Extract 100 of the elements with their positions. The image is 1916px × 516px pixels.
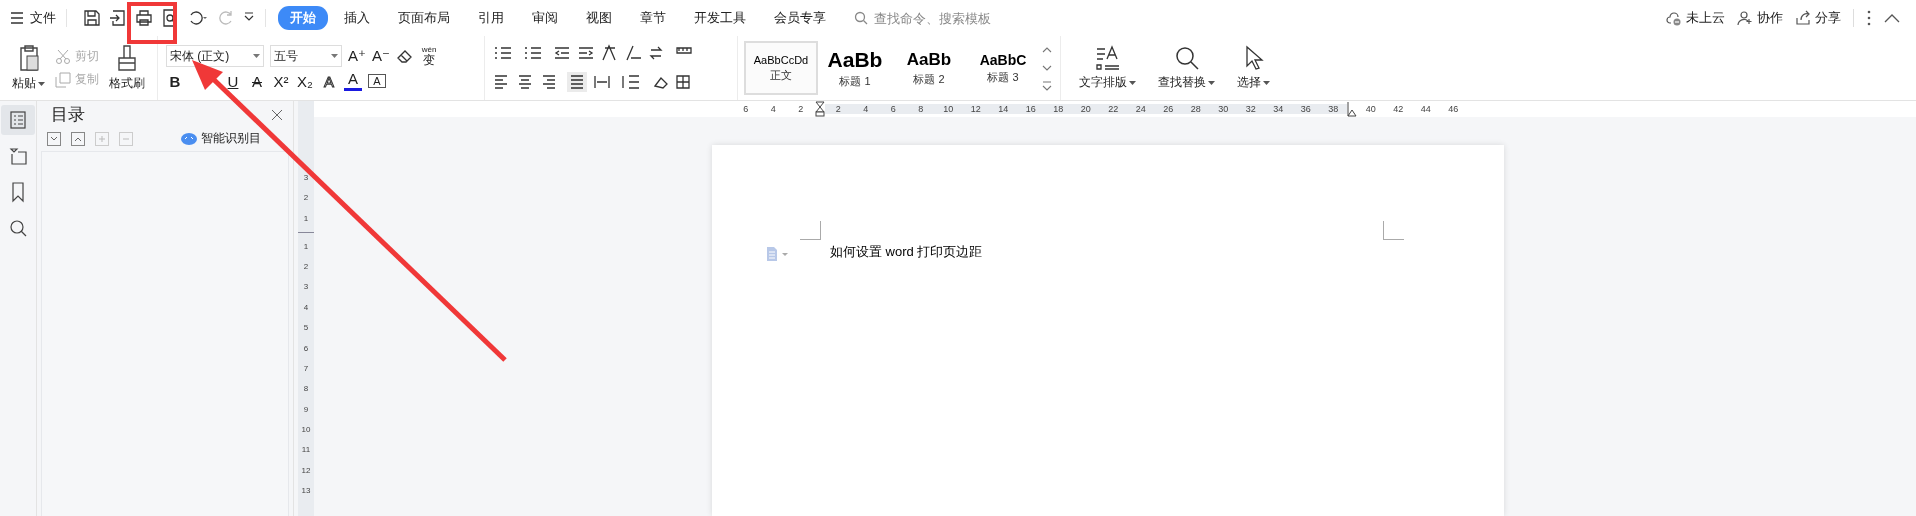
ruler-number: 14 (997, 104, 1010, 114)
caret-icon (253, 54, 260, 59)
ruler-number: 26 (1162, 104, 1175, 114)
font-name-field[interactable]: 宋体 (正文) (166, 45, 264, 68)
format-painter-button[interactable]: 格式刷 (105, 42, 149, 94)
ruler-number: 6 (742, 104, 750, 114)
right-indent-icon[interactable] (1347, 101, 1357, 117)
ruler-number: 8 (303, 383, 309, 396)
file-menu[interactable]: 文件 (10, 9, 67, 27)
ruler-number: 20 (1079, 104, 1092, 114)
ribbon-tab[interactable]: 视图 (574, 6, 624, 30)
ruler-number: 38 (1327, 104, 1340, 114)
close-icon[interactable] (271, 108, 283, 121)
format-button[interactable]: X₂ (296, 72, 314, 90)
ruler-number: 44 (1419, 104, 1432, 114)
ruler-number: 46 (1447, 104, 1460, 114)
ruler-number: 12 (301, 464, 311, 477)
ruler-number: 24 (1134, 104, 1147, 114)
more-icon[interactable] (1866, 10, 1872, 26)
margin-mark (1383, 221, 1404, 240)
ruler-number: 22 (1107, 104, 1120, 114)
ruler-number: 42 (1392, 104, 1405, 114)
format-button[interactable]: B (166, 72, 184, 90)
ribbon-tab[interactable]: 审阅 (520, 6, 570, 30)
phonetic-button[interactable]: wén 变 (420, 46, 438, 67)
person-add-icon (1737, 10, 1753, 26)
save-icon[interactable] (83, 9, 101, 27)
font-size-button[interactable]: A⁺ (348, 47, 366, 66)
ruler-number: 6 (889, 104, 897, 114)
paragraph: 如何设置 word 打印页边距 (830, 243, 984, 261)
account-action[interactable]: 未上云 (1666, 9, 1725, 27)
ruler-number: 2 (303, 260, 309, 273)
ruler-number: 16 (1024, 104, 1037, 114)
ruler-number: 13 (301, 485, 311, 498)
expand-icon[interactable] (47, 131, 61, 146)
ruler-number: 4 (303, 301, 309, 314)
caret-icon (1129, 80, 1136, 85)
ribbon-tab[interactable]: 开发工具 (682, 6, 758, 30)
ruler-number: 9 (303, 403, 309, 416)
menu-icon (10, 12, 24, 24)
ruler-number: 3 (303, 172, 309, 184)
search-icon (854, 11, 868, 25)
ribbon-tab[interactable]: 插入 (332, 6, 382, 30)
search-field[interactable]: 查找命令、搜索模板 (854, 9, 1026, 27)
caret-icon (331, 54, 338, 59)
caret-icon (1263, 80, 1270, 85)
ruler-number: 32 (1244, 104, 1257, 114)
ribbon-tab[interactable]: 章节 (628, 6, 678, 30)
format-button[interactable]: A (248, 72, 266, 90)
ruler-number: 40 (1364, 104, 1377, 114)
ribbon-tab[interactable]: 会员专享 (762, 6, 838, 30)
ruler-number: 34 (1272, 104, 1285, 114)
ruler-number: 11 (301, 444, 311, 457)
export-icon[interactable] (109, 9, 127, 27)
robot-icon (181, 132, 197, 145)
format-button[interactable]: X² (272, 72, 290, 90)
scissors-icon (55, 48, 71, 65)
ribbon-tab[interactable]: 引用 (466, 6, 516, 30)
ruler-number: 2 (303, 192, 309, 205)
ribbon-tool-button[interactable]: 选择 (1233, 43, 1274, 93)
account-action[interactable]: 分享 (1795, 9, 1841, 27)
eraser-icon[interactable] (396, 48, 414, 65)
caret-icon (38, 81, 45, 86)
outline-icon[interactable] (1, 105, 35, 135)
ruler-number: 6 (303, 342, 309, 355)
panel-title: 目录 (51, 104, 85, 126)
style-preset[interactable]: AaBb 标题 1 (818, 41, 892, 95)
collapse-icon[interactable] (1884, 13, 1900, 23)
ruler-number: 18 (1052, 104, 1065, 114)
ruler-number: 1 (303, 240, 309, 253)
format-button[interactable]: A (344, 71, 362, 91)
font-size-field[interactable]: 五号 (270, 45, 342, 68)
style-preset[interactable]: AaBb 标题 2 (892, 41, 966, 95)
paste-button[interactable]: 粘贴 (8, 42, 49, 94)
ruler-number: 5 (303, 322, 309, 335)
format-button[interactable]: A (320, 72, 338, 90)
print-icon[interactable] (135, 9, 153, 27)
brush-icon (116, 44, 138, 72)
ruler-number: 36 (1299, 104, 1312, 114)
format-button[interactable]: A (368, 74, 386, 88)
margin-mark (800, 221, 821, 240)
ruler-number: 4 (862, 104, 870, 114)
copy-icon (55, 71, 71, 88)
style-preset[interactable]: AaBbCcDd 正文 (744, 41, 818, 95)
style-preset[interactable]: AaBbC 标题 3 (966, 41, 1040, 95)
ribbon-tool-button[interactable]: 查找替换 (1154, 43, 1219, 93)
collapse-up-icon[interactable] (71, 131, 85, 146)
format-button[interactable]: U (224, 72, 242, 90)
font-size-button[interactable]: A⁻ (372, 47, 390, 66)
search-icon (1173, 45, 1200, 71)
ruler-number: 2 (797, 104, 805, 114)
ribbon-tab[interactable]: 页面布局 (386, 6, 462, 30)
ruler-number: 30 (1217, 104, 1230, 114)
ribbon-tool-button[interactable]: 文字排版 (1075, 43, 1140, 93)
ruler-number: 28 (1189, 104, 1202, 114)
indent-marker-icon[interactable] (814, 101, 825, 117)
share-icon (1795, 10, 1811, 26)
account-action[interactable]: 协作 (1737, 9, 1783, 27)
smart-toc-button[interactable]: 智能识别目 (181, 130, 261, 147)
highlight-box (127, 2, 177, 44)
